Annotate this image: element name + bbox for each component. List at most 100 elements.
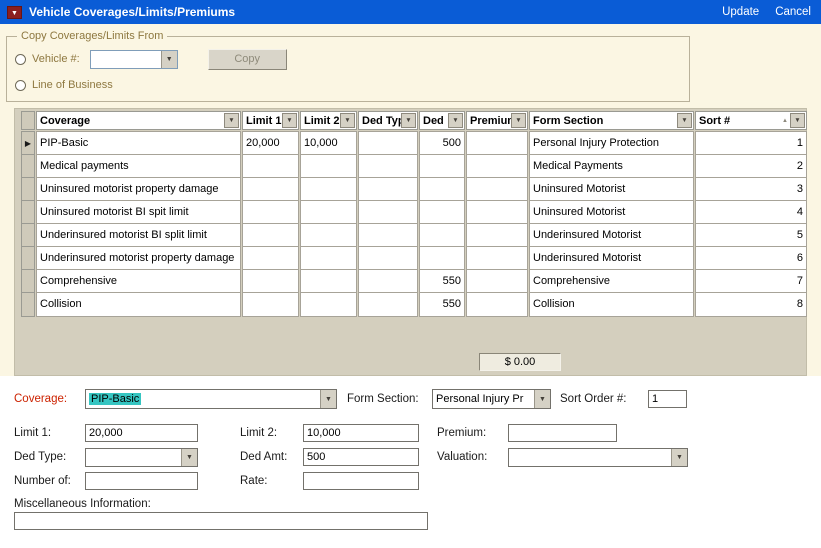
grid-header-row: Coverage ▲ ▼ Limit 1 ▲ ▼ Limit 2 ▲ ▼ Ded… — [21, 111, 807, 130]
line-of-business-radio-label: Line of Business — [32, 79, 113, 91]
copy-coverages-panel: Copy Coverages/Limits From Vehicle #: ▼ … — [6, 30, 690, 102]
cell-form-section: Medical Payments — [529, 154, 694, 179]
column-header-0[interactable]: Coverage ▲ ▼ — [36, 111, 241, 130]
vehicle-radio[interactable] — [15, 53, 26, 65]
cell-sort: 6 — [695, 246, 807, 271]
cell-limit1 — [242, 292, 299, 317]
column-filter-arrow-icon[interactable]: ▼ — [282, 113, 297, 128]
column-header-1[interactable]: Limit 1 ▲ ▼ — [242, 111, 299, 130]
cell-sort: 5 — [695, 223, 807, 248]
number-of-input[interactable] — [85, 472, 198, 490]
cell-premium — [466, 177, 528, 202]
column-header-5[interactable]: Premium ▲ ▼ — [466, 111, 528, 130]
cell-coverage: Uninsured motorist BI spit limit — [36, 200, 241, 225]
cell-form-section: Collision — [529, 292, 694, 317]
misc-info-label: Miscellaneous Information: — [14, 498, 151, 510]
title-bar: ▼ Vehicle Coverages/Limits/Premiums Upda… — [0, 0, 821, 24]
cell-ded-type — [358, 223, 418, 248]
window-menu-icon[interactable]: ▼ — [7, 5, 22, 19]
grid-row[interactable]: ▶ Comprehensive 550 Comprehensive 7 — [21, 269, 807, 294]
ded-amt-input[interactable] — [303, 448, 419, 466]
cell-ded — [419, 200, 465, 225]
form-section-dropdown[interactable]: Personal Injury Pr ▼ — [432, 389, 551, 409]
column-header-2[interactable]: Limit 2 ▲ ▼ — [300, 111, 357, 130]
dropdown-arrow-icon[interactable]: ▼ — [320, 390, 336, 408]
cell-limit2 — [300, 223, 357, 248]
grid-row[interactable]: ▶ Medical payments Medical Payments 2 — [21, 154, 807, 179]
cell-limit1 — [242, 269, 299, 294]
cell-ded-type — [358, 246, 418, 271]
dropdown-arrow-icon[interactable]: ▼ — [534, 390, 550, 408]
grid-corner-cell — [21, 111, 35, 130]
limit1-input[interactable] — [85, 424, 198, 442]
coverage-detail-form: Coverage: PIP-Basic ▼ Form Section: Pers… — [0, 376, 821, 548]
cell-form-section: Uninsured Motorist — [529, 177, 694, 202]
column-filter-arrow-icon[interactable]: ▼ — [340, 113, 355, 128]
grid-row[interactable]: ▶ Uninsured motorist BI spit limit Unins… — [21, 200, 807, 225]
grid-row[interactable]: ▶ Uninsured motorist property damage Uni… — [21, 177, 807, 202]
valuation-dropdown[interactable]: ▼ — [508, 448, 688, 467]
cell-sort: 8 — [695, 292, 807, 317]
limit2-input[interactable] — [303, 424, 419, 442]
grid-row[interactable]: ▶ PIP-Basic 20,000 10,000 500 Personal I… — [21, 131, 807, 156]
cell-coverage: Collision — [36, 292, 241, 317]
misc-info-input[interactable] — [14, 512, 428, 530]
vehicle-number-dropdown[interactable]: ▼ — [89, 49, 178, 69]
row-selector: ▶ — [21, 131, 35, 156]
column-filter-arrow-icon[interactable]: ▼ — [790, 113, 805, 128]
vehicle-radio-label: Vehicle #: — [32, 53, 80, 65]
rate-input[interactable] — [303, 472, 419, 490]
grid-row[interactable]: ▶ Underinsured motorist BI split limit U… — [21, 223, 807, 248]
cell-coverage: PIP-Basic — [36, 131, 241, 156]
row-selector: ▶ — [21, 246, 35, 271]
column-filter-arrow-icon[interactable]: ▼ — [224, 113, 239, 128]
ded-type-dropdown[interactable]: ▼ — [85, 448, 198, 467]
cancel-button[interactable]: Cancel — [775, 6, 811, 18]
cell-coverage: Underinsured motorist BI split limit — [36, 223, 241, 248]
update-button[interactable]: Update — [722, 6, 759, 18]
coverage-dropdown[interactable]: PIP-Basic ▼ — [85, 389, 337, 409]
cell-ded — [419, 246, 465, 271]
ded-type-label: Ded Type: — [14, 451, 67, 463]
cell-ded — [419, 223, 465, 248]
cell-form-section: Uninsured Motorist — [529, 200, 694, 225]
cell-sort: 3 — [695, 177, 807, 202]
column-header-3[interactable]: Ded Type ▲ ▼ — [358, 111, 418, 130]
cell-limit2 — [300, 200, 357, 225]
ded-amt-label: Ded Amt: — [240, 451, 288, 463]
cell-ded-type — [358, 292, 418, 317]
page-title: Vehicle Coverages/Limits/Premiums — [29, 5, 236, 19]
cell-premium — [466, 200, 528, 225]
grid-row[interactable]: ▶ Underinsured motorist property damage … — [21, 246, 807, 271]
column-header-4[interactable]: Ded ▲ ▼ — [419, 111, 465, 130]
column-header-6[interactable]: Form Section ▲ ▼ — [529, 111, 694, 130]
grid-row[interactable]: ▶ Collision 550 Collision 8 — [21, 292, 807, 317]
cell-limit2 — [300, 269, 357, 294]
column-filter-arrow-icon[interactable]: ▼ — [448, 113, 463, 128]
dropdown-arrow-icon[interactable]: ▼ — [181, 449, 197, 466]
cell-ded-type — [358, 200, 418, 225]
cell-ded: 550 — [419, 292, 465, 317]
coverages-grid: Coverage ▲ ▼ Limit 1 ▲ ▼ Limit 2 ▲ ▼ Ded… — [14, 108, 807, 376]
row-selector: ▶ — [21, 200, 35, 225]
cell-form-section: Comprehensive — [529, 269, 694, 294]
column-filter-arrow-icon[interactable]: ▼ — [511, 113, 526, 128]
dropdown-arrow-icon[interactable]: ▼ — [671, 449, 687, 466]
cell-coverage: Underinsured motorist property damage — [36, 246, 241, 271]
column-filter-arrow-icon[interactable]: ▼ — [677, 113, 692, 128]
column-header-7[interactable]: Sort # ▲ ▼ — [695, 111, 807, 130]
dropdown-arrow-icon[interactable]: ▼ — [160, 50, 177, 68]
sort-order-input[interactable] — [648, 390, 687, 408]
cell-coverage: Comprehensive — [36, 269, 241, 294]
premium-input[interactable] — [508, 424, 617, 442]
cell-premium — [466, 154, 528, 179]
line-of-business-radio[interactable] — [15, 79, 26, 91]
grid-body: ▶ PIP-Basic 20,000 10,000 500 Personal I… — [21, 131, 807, 317]
column-filter-arrow-icon[interactable]: ▼ — [401, 113, 416, 128]
premium-label: Premium: — [437, 427, 487, 439]
cell-ded: 500 — [419, 131, 465, 156]
cell-limit1 — [242, 223, 299, 248]
cell-limit1: 20,000 — [242, 131, 299, 156]
copy-button[interactable]: Copy — [207, 48, 287, 70]
cell-sort: 7 — [695, 269, 807, 294]
